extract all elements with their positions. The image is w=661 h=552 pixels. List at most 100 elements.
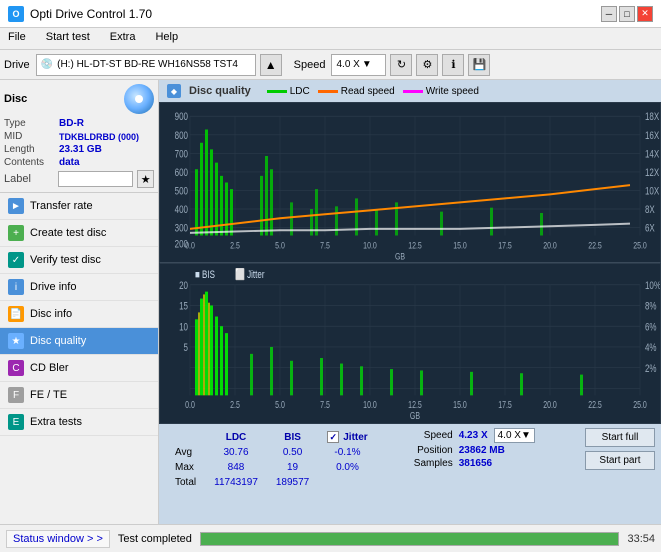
svg-text:700: 700: [175, 147, 188, 159]
start-part-button[interactable]: Start part: [585, 451, 655, 470]
svg-text:15.0: 15.0: [453, 399, 467, 410]
maximize-button[interactable]: □: [619, 6, 635, 22]
sidebar-item-cd-bler[interactable]: C CD Bler: [0, 355, 158, 382]
disc-label-button[interactable]: ★: [137, 170, 154, 188]
legend-read: Read speed: [318, 86, 395, 97]
sidebar-label-fe-te: FE / TE: [30, 389, 67, 401]
max-jitter: 0.0%: [319, 461, 375, 474]
svg-text:16X: 16X: [645, 129, 660, 141]
svg-text:10X: 10X: [645, 184, 660, 196]
app-title: Opti Drive Control 1.70: [30, 7, 152, 21]
svg-text:5: 5: [184, 342, 188, 355]
sidebar-item-drive-info[interactable]: i Drive info: [0, 274, 158, 301]
svg-text:8%: 8%: [645, 300, 657, 313]
svg-text:⬜ Jitter: ⬜ Jitter: [235, 268, 265, 282]
sidebar-label-extra-tests: Extra tests: [30, 416, 82, 428]
disc-type-row: Type BD-R: [4, 118, 154, 129]
disc-label-label: Label: [4, 173, 54, 185]
sidebar-item-disc-quality[interactable]: ★ Disc quality: [0, 328, 158, 355]
speed-select-stats[interactable]: 4.0 X ▼: [494, 428, 535, 443]
speed-stat-row: Speed 4.23 X 4.0 X ▼: [398, 428, 535, 443]
svg-text:GB: GB: [410, 410, 420, 421]
stats-table: LDC BIS ✓ Jitter Avg 30.76: [165, 428, 378, 491]
speed-dropdown-icon: ▼: [362, 59, 372, 70]
disc-type-value: BD-R: [59, 118, 84, 129]
status-window-button[interactable]: Status window > >: [6, 530, 110, 548]
avg-jitter: -0.1%: [319, 446, 375, 459]
max-ldc: 848: [206, 461, 266, 474]
save-button[interactable]: 💾: [468, 54, 490, 76]
total-label: Total: [167, 476, 204, 489]
speed-select[interactable]: 4.0 X ▼: [331, 54, 386, 76]
eject-button[interactable]: ▲: [260, 54, 282, 76]
position-stat-row: Position 23862 MB: [398, 445, 535, 456]
sidebar-item-extra-tests[interactable]: E Extra tests: [0, 409, 158, 436]
bis-jitter-chart: ■ BIS ⬜ Jitter: [159, 263, 661, 424]
samples-stat-row: Samples 381656: [398, 458, 535, 469]
disc-mid-label: MID: [4, 131, 59, 142]
disc-quality-icon: ★: [8, 333, 24, 349]
menu-help[interactable]: Help: [151, 30, 182, 47]
menu-bar: File Start test Extra Help: [0, 28, 661, 50]
svg-text:14X: 14X: [645, 147, 660, 159]
sidebar-item-create-test-disc[interactable]: + Create test disc: [0, 220, 158, 247]
sidebar-label-cd-bler: CD Bler: [30, 362, 69, 374]
disc-mid-row: MID TDKBLDRBD (000): [4, 131, 154, 142]
svg-text:400: 400: [175, 203, 188, 215]
sidebar-item-transfer-rate[interactable]: ► Transfer rate: [0, 193, 158, 220]
disc-contents-label: Contents: [4, 157, 59, 168]
svg-text:200: 200: [175, 237, 188, 249]
disc-icon: [124, 84, 154, 114]
legend-write-label: Write speed: [426, 86, 479, 97]
main-area: Disc Type BD-R MID TDKBLDRBD (000) Lengt…: [0, 80, 661, 524]
svg-text:■ BIS: ■ BIS: [195, 269, 215, 282]
disc-type-label: Type: [4, 118, 59, 129]
menu-file[interactable]: File: [4, 30, 30, 47]
legend-ldc-label: LDC: [290, 86, 310, 97]
create-test-disc-icon: +: [8, 225, 24, 241]
extra-tests-icon: E: [8, 414, 24, 430]
close-button[interactable]: ✕: [637, 6, 653, 22]
svg-text:GB: GB: [395, 251, 406, 261]
legend-read-color: [318, 90, 338, 93]
svg-text:900: 900: [175, 110, 188, 122]
speed-stat-value: 4.23 X: [459, 430, 488, 441]
chart-title: Disc quality: [189, 85, 251, 97]
max-row: Max 848 19 0.0%: [167, 461, 376, 474]
content-area: ◆ Disc quality LDC Read speed Write spee…: [159, 80, 661, 524]
avg-bis: 0.50: [268, 446, 317, 459]
menu-extra[interactable]: Extra: [106, 30, 140, 47]
sidebar-item-disc-info[interactable]: 📄 Disc info: [0, 301, 158, 328]
svg-text:12.5: 12.5: [408, 241, 422, 251]
refresh-button[interactable]: ↻: [390, 54, 412, 76]
svg-text:22.5: 22.5: [588, 241, 602, 251]
max-label: Max: [167, 461, 204, 474]
sidebar-label-verify-test-disc: Verify test disc: [30, 254, 101, 266]
svg-text:22.5: 22.5: [588, 399, 602, 410]
drive-select[interactable]: 💿 (H:) HL-DT-ST BD-RE WH16NS58 TST4: [36, 54, 256, 76]
jitter-checkbox[interactable]: ✓: [327, 431, 339, 443]
disc-mid-value: TDKBLDRBD (000): [59, 132, 139, 142]
sidebar-label-create-test-disc: Create test disc: [30, 227, 106, 239]
svg-text:10: 10: [179, 321, 188, 334]
svg-text:4%: 4%: [645, 342, 657, 355]
minimize-button[interactable]: ─: [601, 6, 617, 22]
svg-text:15.0: 15.0: [453, 241, 467, 251]
total-row: Total 11743197 189577: [167, 476, 376, 489]
menu-start-test[interactable]: Start test: [42, 30, 94, 47]
settings-button[interactable]: ⚙: [416, 54, 438, 76]
disc-info-icon: 📄: [8, 306, 24, 322]
samples-stat-value: 381656: [459, 458, 492, 469]
sidebar-item-fe-te[interactable]: F FE / TE: [0, 382, 158, 409]
svg-text:800: 800: [175, 129, 188, 141]
start-full-button[interactable]: Start full: [585, 428, 655, 447]
position-stat-label: Position: [398, 445, 453, 456]
info-button[interactable]: ℹ: [442, 54, 464, 76]
position-stat-value: 23862 MB: [459, 445, 505, 456]
drive-label: Drive: [4, 59, 30, 71]
svg-text:17.5: 17.5: [498, 399, 512, 410]
disc-panel-title: Disc: [4, 93, 27, 105]
disc-label-input[interactable]: [58, 171, 133, 187]
sidebar-item-verify-test-disc[interactable]: ✓ Verify test disc: [0, 247, 158, 274]
legend-write-color: [403, 90, 423, 93]
